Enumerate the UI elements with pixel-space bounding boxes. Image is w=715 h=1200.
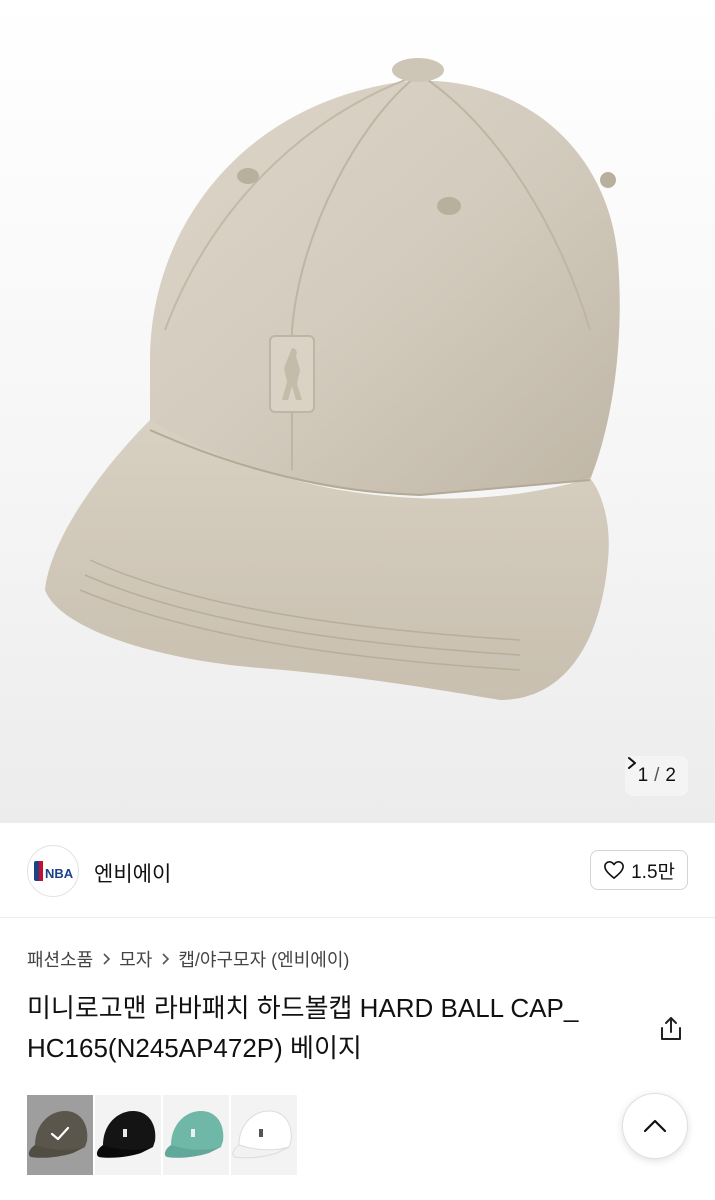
- chevron-right-icon: [103, 953, 111, 965]
- swatch-khaki[interactable]: [27, 1095, 93, 1175]
- scroll-to-top-button[interactable]: [622, 1093, 688, 1159]
- chevron-right-icon: [627, 757, 636, 769]
- heart-icon: [604, 861, 625, 879]
- product-image[interactable]: 1 / 2: [0, 0, 715, 823]
- breadcrumb: 패션소품 모자 캡/야구모자 (엔비에이): [27, 946, 349, 972]
- check-icon: [50, 1126, 70, 1141]
- pager-total: 2: [665, 765, 676, 786]
- pager-current: 1: [637, 765, 649, 786]
- nba-logo-text: NBA: [45, 866, 73, 881]
- cap-black-icon: [96, 1111, 156, 1158]
- nba-logo-icon: NBA: [34, 861, 73, 881]
- swatch-mint[interactable]: [163, 1095, 229, 1175]
- breadcrumb-item-leaf[interactable]: 캡/야구모자 (엔비에이): [178, 946, 349, 972]
- swatch-white[interactable]: [231, 1095, 297, 1175]
- chevron-up-icon: [643, 1119, 667, 1133]
- brand-name[interactable]: 엔비에이: [94, 858, 171, 888]
- brand-row: NBA 엔비에이 1.5만: [0, 823, 715, 918]
- cap-mint-icon: [164, 1111, 224, 1158]
- pager-separator: /: [654, 765, 660, 786]
- share-icon[interactable]: [657, 1015, 685, 1043]
- chevron-right-icon: [162, 953, 170, 965]
- breadcrumb-item-subcategory[interactable]: 모자: [119, 946, 152, 972]
- image-pager[interactable]: 1 / 2: [624, 756, 688, 796]
- cap-white-icon: [232, 1110, 292, 1159]
- cap-illustration: [45, 58, 620, 700]
- swatch-black[interactable]: [95, 1095, 161, 1175]
- product-title: 미니로고맨 라바패치 하드볼캡 HARD BALL CAP_ HC165(N24…: [27, 993, 579, 1063]
- brand-logo[interactable]: NBA: [27, 845, 79, 897]
- breadcrumb-item-category[interactable]: 패션소품: [27, 946, 93, 972]
- color-swatches: [27, 1095, 297, 1175]
- like-count: 1.5만: [631, 861, 675, 883]
- like-button[interactable]: 1.5만: [590, 850, 688, 890]
